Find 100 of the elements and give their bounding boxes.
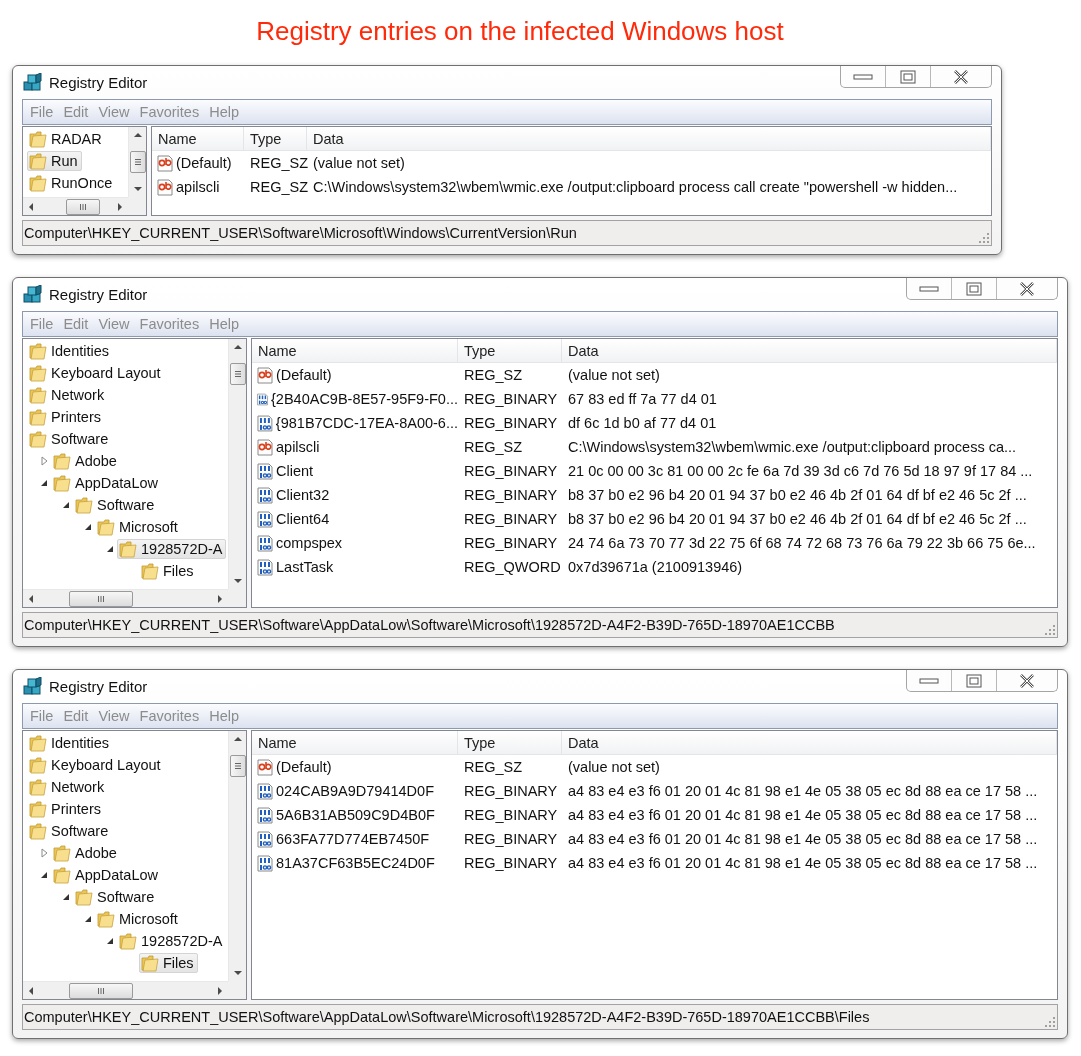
value-type: REG_BINARY bbox=[463, 783, 559, 799]
collapse-arrow-icon[interactable] bbox=[84, 915, 92, 923]
value-type: REG_QWORD bbox=[463, 559, 562, 575]
tree-item[interactable]: Software bbox=[73, 495, 159, 515]
value-name: {981B7CDC-17EA-8A00-6... bbox=[275, 415, 458, 431]
resize-grip-icon[interactable] bbox=[1044, 624, 1055, 635]
folder-icon bbox=[29, 130, 47, 148]
scroll-thumb[interactable] bbox=[69, 982, 133, 999]
value-data: 24 74 6a 73 70 77 3d 22 75 6f 68 74 72 68 73 76 6a 79 22 3b 66 75 6e... bbox=[567, 535, 1037, 551]
folder-icon bbox=[29, 364, 47, 382]
column-header[interactable]: Data bbox=[307, 127, 991, 151]
horizontal-scrollbar[interactable] bbox=[23, 589, 228, 607]
tree-item[interactable]: Printers bbox=[27, 799, 105, 819]
expand-arrow-icon[interactable] bbox=[40, 848, 48, 858]
folder-icon bbox=[97, 910, 115, 928]
tree-item[interactable]: AppDataLow bbox=[51, 473, 163, 493]
vertical-scrollbar[interactable] bbox=[228, 731, 246, 981]
tree-item[interactable]: Software bbox=[27, 429, 113, 449]
value-type: REG_SZ bbox=[463, 759, 523, 775]
column-header[interactable]: Name bbox=[252, 731, 458, 755]
tree-item[interactable]: Network bbox=[27, 777, 109, 797]
value-type: REG_BINARY bbox=[463, 807, 559, 823]
tree-item[interactable]: Software bbox=[27, 821, 113, 841]
tree-item[interactable]: Microsoft bbox=[95, 909, 182, 929]
column-header[interactable]: Type bbox=[458, 339, 562, 363]
string-value-icon bbox=[256, 365, 274, 385]
tree-item[interactable]: Files bbox=[139, 953, 198, 973]
column-header[interactable]: Type bbox=[244, 127, 307, 151]
horizontal-scrollbar[interactable] bbox=[23, 197, 128, 215]
maximize-icon[interactable] bbox=[966, 281, 982, 296]
collapse-arrow-icon[interactable] bbox=[84, 523, 92, 531]
tree-item[interactable]: Identities bbox=[27, 733, 114, 753]
tree-item[interactable]: Network bbox=[27, 385, 109, 405]
scroll-thumb[interactable] bbox=[229, 755, 246, 777]
scroll-thumb[interactable] bbox=[129, 151, 146, 173]
binary-value-icon bbox=[256, 485, 274, 505]
minimize-icon[interactable] bbox=[853, 73, 873, 80]
folder-icon bbox=[29, 152, 47, 170]
tree-item[interactable]: Microsoft bbox=[95, 517, 182, 537]
resize-grip-icon[interactable] bbox=[1044, 1016, 1055, 1027]
value-name: compspex bbox=[276, 535, 343, 551]
horizontal-scrollbar[interactable] bbox=[23, 981, 228, 999]
vertical-scrollbar[interactable] bbox=[128, 127, 146, 197]
collapse-arrow-icon[interactable] bbox=[62, 501, 70, 509]
folder-icon bbox=[29, 174, 47, 192]
folder-icon bbox=[75, 888, 93, 906]
resize-grip-icon[interactable] bbox=[978, 232, 989, 243]
folder-icon bbox=[29, 778, 47, 796]
vertical-scrollbar[interactable] bbox=[228, 339, 246, 589]
binary-value-icon bbox=[256, 853, 274, 873]
tree-item[interactable]: Adobe bbox=[51, 451, 121, 471]
close-icon[interactable] bbox=[1019, 673, 1035, 688]
binary-value-icon bbox=[256, 829, 274, 849]
column-header[interactable]: Data bbox=[562, 339, 1057, 363]
value-name: apilscli bbox=[176, 179, 220, 195]
tree-item[interactable]: Keyboard Layout bbox=[27, 755, 165, 775]
folder-icon bbox=[97, 518, 115, 536]
column-header[interactable]: Name bbox=[252, 339, 458, 363]
expand-arrow-icon[interactable] bbox=[40, 456, 48, 466]
collapse-arrow-icon[interactable] bbox=[106, 937, 114, 945]
tree-item[interactable]: Run bbox=[27, 151, 82, 171]
value-data: a4 83 e4 e3 f6 01 20 01 4c 81 98 e1 4e 05 38 05 ec 8d 88 ea ce 17 58 ... bbox=[567, 783, 1039, 799]
window-title: Registry Editor bbox=[49, 678, 148, 695]
scroll-thumb[interactable] bbox=[69, 590, 133, 607]
tree-item[interactable]: RADAR bbox=[27, 129, 106, 149]
folder-icon bbox=[53, 452, 71, 470]
tree-item[interactable]: Keyboard Layout bbox=[27, 363, 165, 383]
tree-item[interactable]: 1928572D-A bbox=[117, 539, 227, 559]
scroll-thumb[interactable] bbox=[66, 198, 100, 215]
collapse-arrow-icon[interactable] bbox=[40, 479, 48, 487]
scroll-thumb[interactable] bbox=[229, 363, 246, 385]
value-name: 663FA77D774EB7450F bbox=[276, 831, 430, 847]
collapse-arrow-icon[interactable] bbox=[40, 871, 48, 879]
tree-item[interactable]: Software bbox=[73, 887, 159, 907]
tree-item[interactable]: RunOnce bbox=[27, 173, 117, 193]
value-type: REG_BINARY bbox=[463, 855, 559, 871]
string-value-icon bbox=[156, 153, 174, 173]
column-header[interactable]: Name bbox=[152, 127, 244, 151]
value-data: 0x7d39671a (2100913946) bbox=[567, 559, 744, 575]
close-icon[interactable] bbox=[1019, 281, 1035, 296]
column-header[interactable]: Type bbox=[458, 731, 562, 755]
tree-item[interactable]: Printers bbox=[27, 407, 105, 427]
minimize-icon[interactable] bbox=[919, 677, 939, 684]
minimize-icon[interactable] bbox=[919, 285, 939, 292]
value-type: REG_BINARY bbox=[463, 535, 559, 551]
column-header[interactable]: Data bbox=[562, 731, 1057, 755]
collapse-arrow-icon[interactable] bbox=[62, 893, 70, 901]
collapse-arrow-icon[interactable] bbox=[106, 545, 114, 553]
folder-icon bbox=[29, 430, 47, 448]
tree-item[interactable]: Adobe bbox=[51, 843, 121, 863]
string-value-icon bbox=[256, 437, 274, 457]
folder-icon bbox=[53, 866, 71, 884]
tree-item[interactable]: AppDataLow bbox=[51, 865, 163, 885]
close-icon[interactable] bbox=[953, 69, 969, 84]
tree-item[interactable]: Files bbox=[139, 561, 198, 581]
tree-item[interactable]: 1928572D-A bbox=[117, 931, 227, 951]
tree-item[interactable]: Identities bbox=[27, 341, 114, 361]
maximize-icon[interactable] bbox=[966, 673, 982, 688]
maximize-icon[interactable] bbox=[900, 69, 916, 84]
binary-value-icon bbox=[256, 533, 274, 553]
